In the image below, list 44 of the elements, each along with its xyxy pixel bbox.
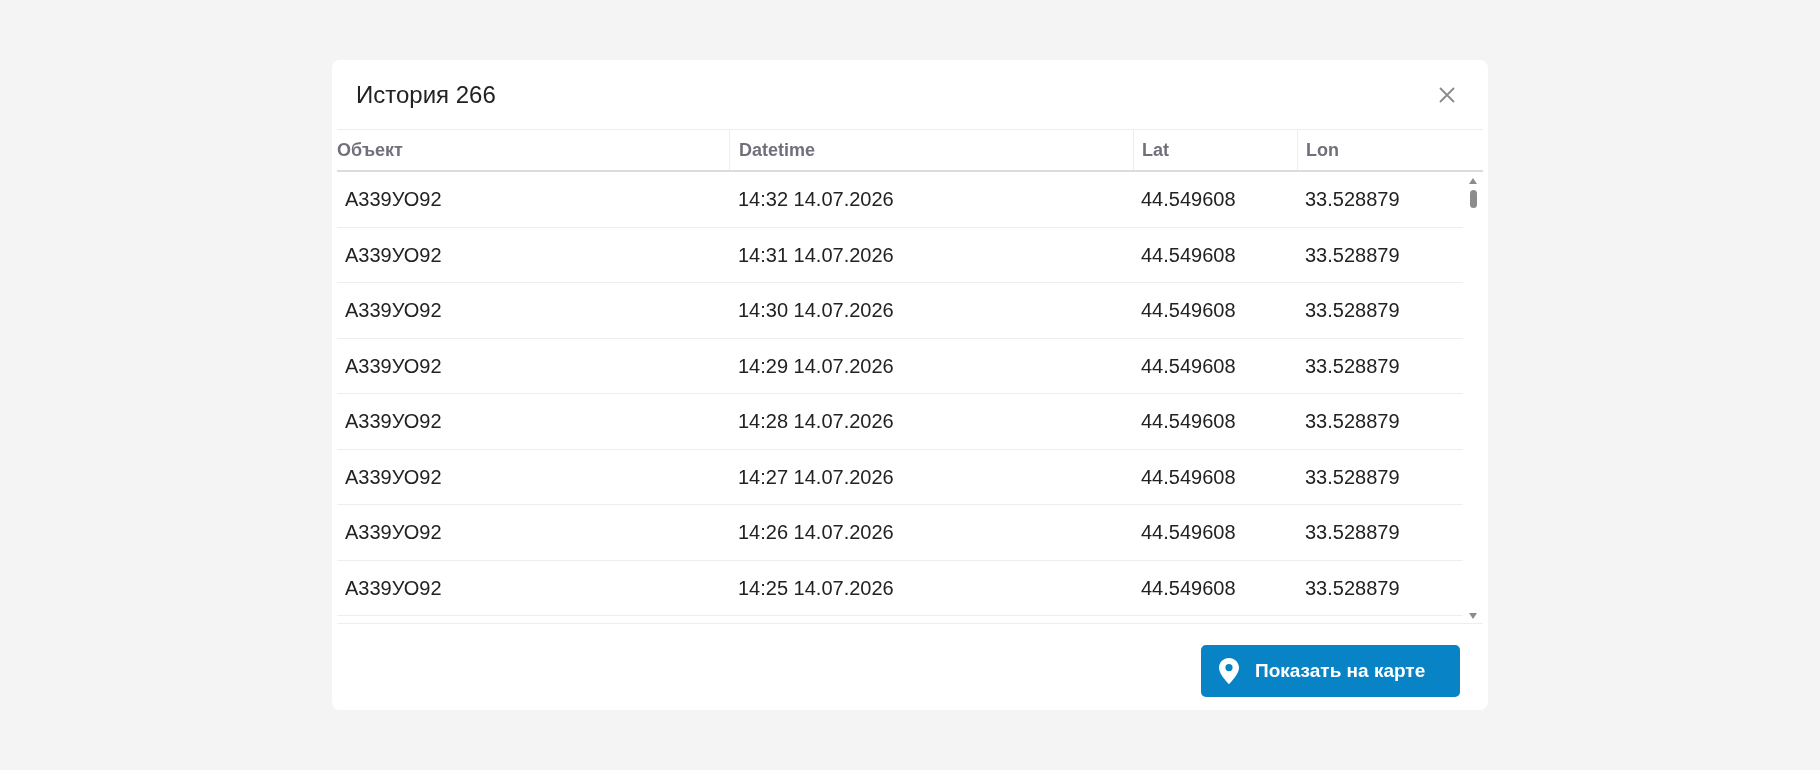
longitude-text: 33.528879: [1305, 189, 1400, 210]
dialog-title: История 266: [356, 82, 496, 107]
latitude-text: 44.549608: [1141, 300, 1236, 321]
datetime-text: 14:25 14.07.2026: [738, 577, 894, 598]
latitude-text: 44.549608: [1141, 189, 1236, 210]
latitude-text: 44.549608: [1141, 522, 1236, 543]
datetime-text: 14:26 14.07.2026: [738, 522, 894, 543]
close-icon: [1439, 86, 1455, 103]
longitude-text: 33.528879: [1305, 522, 1400, 543]
column-header-label: Lat: [1142, 141, 1169, 159]
map-pin-icon: [1219, 658, 1239, 684]
datetime-text: 14:28 14.07.2026: [738, 411, 894, 432]
vehicle-plate-text: А339УО92: [345, 522, 442, 543]
column-header-label: Datetime: [739, 141, 816, 159]
scroll-up-arrow-icon[interactable]: [1469, 178, 1477, 184]
vehicle-plate-text: А339УО92: [345, 244, 442, 265]
longitude-text: 33.528879: [1305, 355, 1400, 376]
datetime-text: 14:32 14.07.2026: [738, 189, 894, 210]
longitude-text: 33.528879: [1305, 300, 1400, 321]
scroll-down-arrow-icon[interactable]: [1469, 613, 1477, 619]
latitude-text: 44.549608: [1141, 466, 1236, 487]
longitude-text: 33.528879: [1305, 577, 1400, 598]
close-button[interactable]: [1439, 86, 1455, 103]
longitude-text: 33.528879: [1305, 466, 1400, 487]
vehicle-plate-text: А339УО92: [345, 577, 442, 598]
vehicle-plate-text: А339УО92: [345, 355, 442, 376]
vehicle-plate-text: А339УО92: [345, 300, 442, 321]
datetime-text: 14:29 14.07.2026: [738, 355, 894, 376]
latitude-text: 44.549608: [1141, 411, 1236, 432]
vehicle-plate-text: А339УО92: [345, 466, 442, 487]
vehicle-plate-text: А339УО92: [345, 189, 442, 210]
datetime-text: 14:31 14.07.2026: [738, 244, 894, 265]
show-on-map-button[interactable]: Показать на карте: [1201, 645, 1460, 697]
scrollbar-thumb[interactable]: [1469, 190, 1477, 208]
latitude-text: 44.549608: [1141, 244, 1236, 265]
vehicle-plate-text: А339УО92: [345, 411, 442, 432]
column-header-label: Lon: [1306, 141, 1339, 159]
longitude-text: 33.528879: [1305, 244, 1400, 265]
latitude-text: 44.549608: [1141, 355, 1236, 376]
longitude-text: 33.528879: [1305, 411, 1400, 432]
datetime-text: 14:27 14.07.2026: [738, 466, 894, 487]
latitude-text: 44.549608: [1141, 577, 1236, 598]
column-header-label: Объект: [337, 141, 403, 159]
datetime-text: 14:30 14.07.2026: [738, 300, 894, 321]
